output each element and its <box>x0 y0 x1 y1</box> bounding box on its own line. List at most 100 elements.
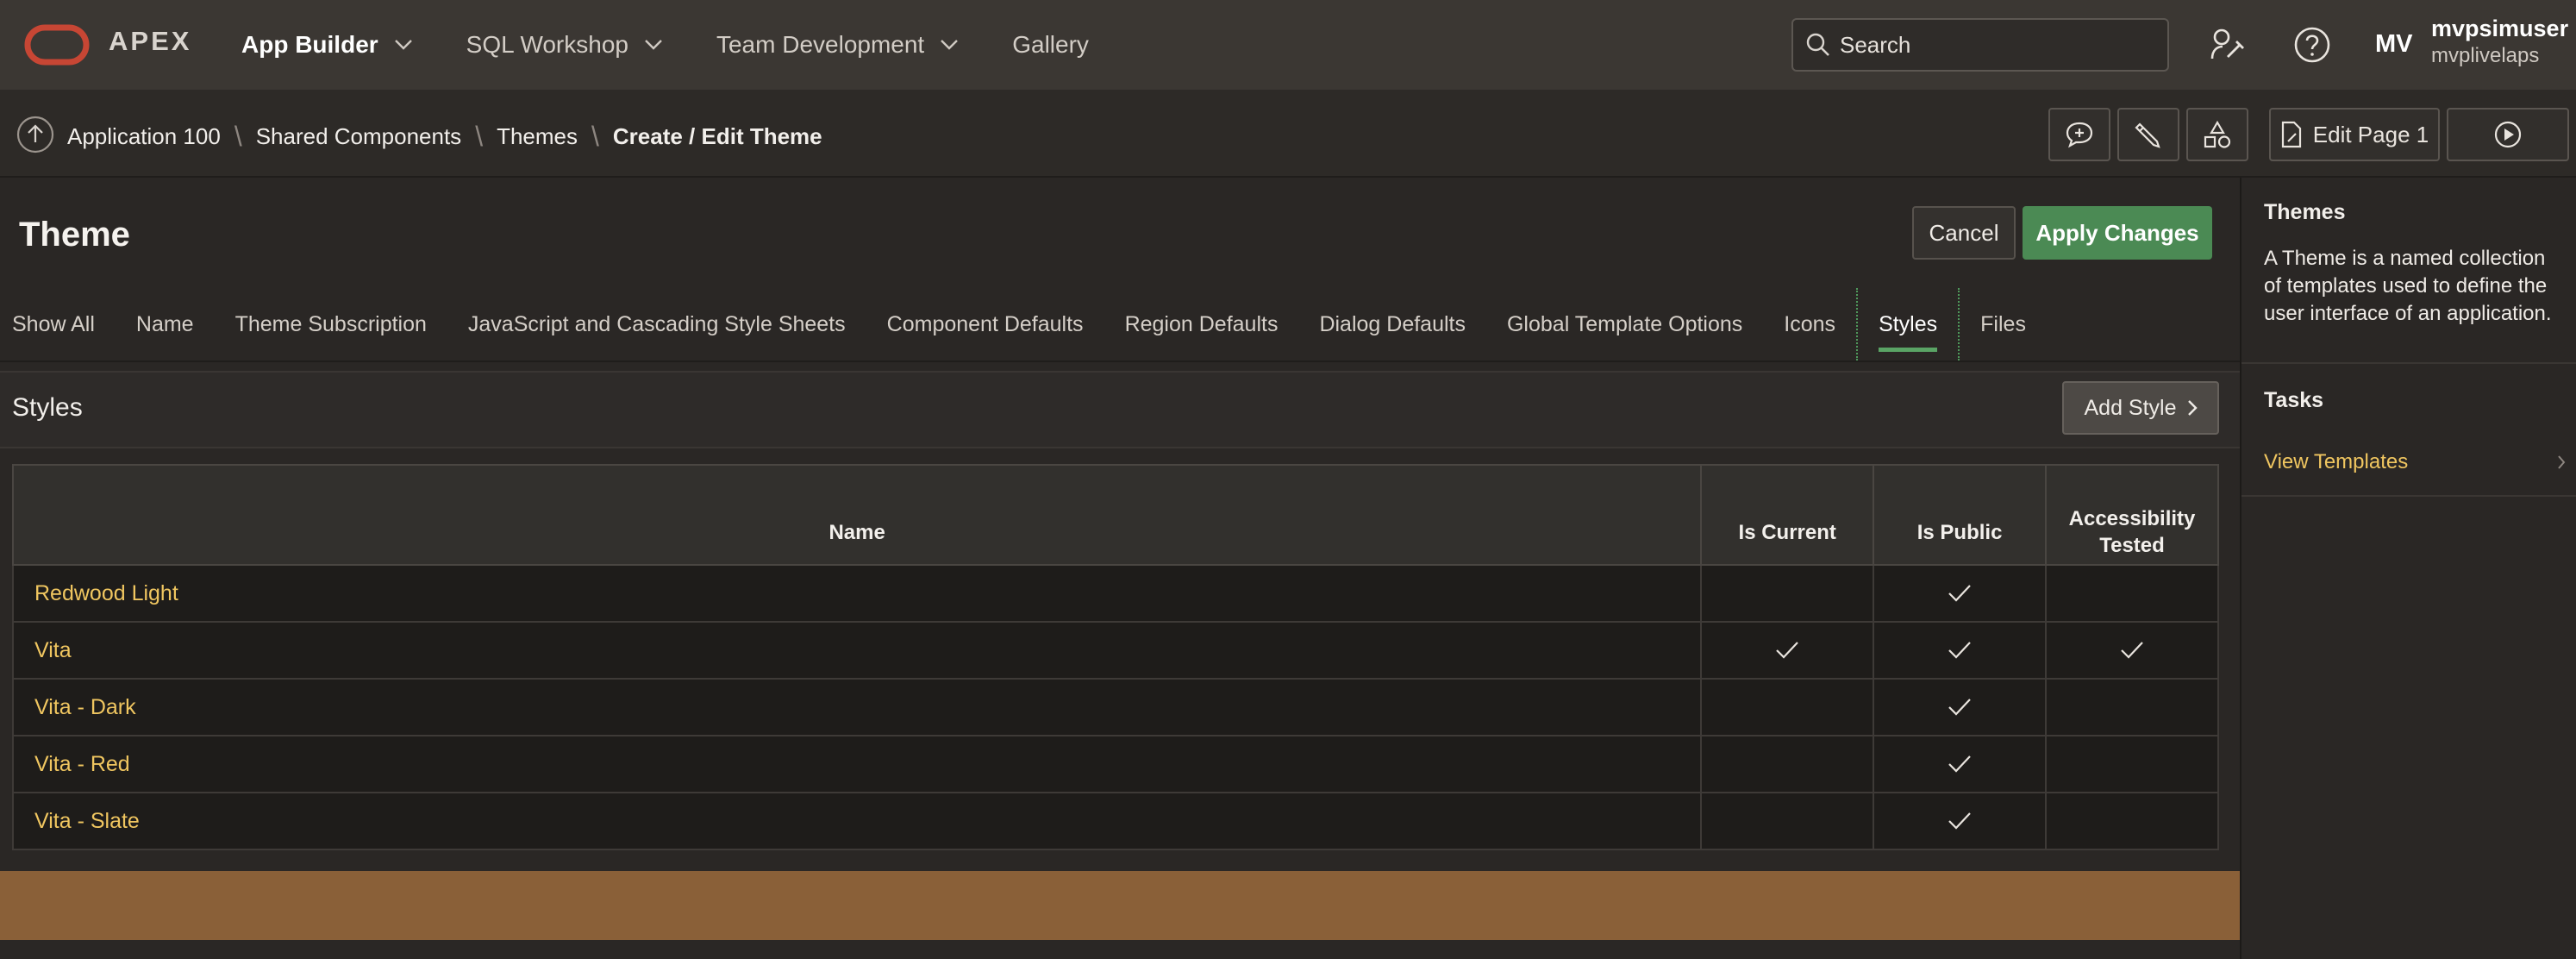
tab-global-template-options[interactable]: Global Template Options <box>1486 288 1763 360</box>
checkmark-icon <box>1874 583 2045 604</box>
cell-accessibility-tested <box>2045 792 2219 850</box>
checkmark-icon <box>1874 811 2045 831</box>
checkmark-icon <box>2047 640 2217 661</box>
comment-button[interactable] <box>2048 108 2110 161</box>
chevron-down-icon <box>940 39 959 51</box>
breadcrumb-separator: \ <box>475 121 484 152</box>
edit-button[interactable] <box>2117 108 2179 161</box>
tab-files[interactable]: Files <box>1960 288 2047 360</box>
nav-app-builder-label: App Builder <box>241 31 378 58</box>
shapes-icon <box>2203 120 2232 149</box>
apply-changes-button[interactable]: Apply Changes <box>2023 206 2212 260</box>
styles-table: Name Is Current Is Public Accessibility T… <box>11 464 2219 850</box>
breadcrumb: Application 100 \ Shared Components \ Th… <box>67 121 822 153</box>
cancel-button[interactable]: Cancel <box>1912 206 2016 260</box>
nav-sql-workshop-label: SQL Workshop <box>466 31 628 58</box>
footer-band <box>0 871 2240 940</box>
edit-pencil-icon <box>2135 121 2162 148</box>
search-box[interactable] <box>1791 18 2169 72</box>
chevron-right-icon <box>2187 399 2198 417</box>
admin-wrench-icon[interactable] <box>2209 26 2247 64</box>
nav-team-development-label: Team Development <box>716 31 925 58</box>
table-row: Redwood Light <box>11 564 2219 623</box>
table-row: Vita <box>11 621 2219 680</box>
up-arrow-icon[interactable] <box>16 115 55 154</box>
cell-is-current <box>1700 564 1875 623</box>
cell-is-public <box>1873 735 2048 793</box>
tab-icons[interactable]: Icons <box>1763 288 1856 360</box>
tabs-divider <box>0 360 2240 362</box>
style-name-link[interactable]: Vita - Red <box>11 735 1703 793</box>
search-input[interactable] <box>1840 31 2150 59</box>
styles-region-header: Styles Add Style <box>0 371 2240 448</box>
search-icon <box>1805 32 1831 58</box>
breadcrumb-item-application[interactable]: Application 100 <box>67 123 221 150</box>
tab-show-all[interactable]: Show All <box>12 288 116 360</box>
cell-is-public <box>1873 564 2048 623</box>
edit-page-label: Edit Page 1 <box>2312 121 2429 147</box>
nav-gallery[interactable]: Gallery <box>1012 31 1089 59</box>
checkmark-icon <box>1874 697 2045 718</box>
nav-sql-workshop[interactable]: SQL Workshop <box>466 31 663 59</box>
shared-components-button[interactable] <box>2186 108 2248 161</box>
table-header-row: Name Is Current Is Public Accessibility T… <box>11 464 2219 566</box>
run-page-button[interactable] <box>2447 108 2569 161</box>
tab-dialog-defaults[interactable]: Dialog Defaults <box>1298 288 1486 360</box>
style-name-link[interactable]: Vita - Dark <box>11 678 1703 736</box>
tab-region-defaults[interactable]: Region Defaults <box>1104 288 1299 360</box>
user-menu[interactable]: mvpsimuser mvplivelaps <box>2431 16 2568 68</box>
avatar[interactable]: MV <box>2375 30 2413 59</box>
table-row: Vita - Red <box>11 735 2219 793</box>
style-name-link[interactable]: Redwood Light <box>11 564 1703 623</box>
oracle-logo-icon[interactable] <box>24 24 90 66</box>
apex-brand[interactable]: APEX <box>109 26 191 57</box>
cell-accessibility-tested <box>2045 621 2219 680</box>
divider <box>2241 362 2576 364</box>
help-side-panel: Themes A Theme is a named collection of … <box>2240 178 2576 959</box>
top-header: APEX App Builder SQL Workshop Team Devel… <box>0 0 2576 90</box>
chevron-down-icon <box>644 39 663 51</box>
breadcrumb-separator: \ <box>234 121 242 152</box>
play-icon <box>2493 120 2523 149</box>
main-nav: App Builder SQL Workshop Team Developmen… <box>241 0 1142 90</box>
column-header-name[interactable]: Name <box>11 464 1703 566</box>
page-title: Theme <box>19 216 130 254</box>
style-name-link[interactable]: Vita <box>11 621 1703 680</box>
cell-is-public <box>1873 792 2048 850</box>
chevron-right-icon <box>2557 454 2566 470</box>
section-tabs: Show All Name Theme Subscription JavaScr… <box>12 288 2047 360</box>
cell-is-current <box>1700 735 1875 793</box>
edit-page-button[interactable]: Edit Page 1 <box>2269 108 2440 161</box>
nav-team-development[interactable]: Team Development <box>716 31 959 59</box>
workspace-name: mvplivelaps <box>2431 44 2540 67</box>
breadcrumb-item-themes[interactable]: Themes <box>497 123 578 150</box>
column-header-is-public[interactable]: Is Public <box>1873 464 2048 566</box>
chevron-down-icon <box>394 39 413 51</box>
checkmark-icon <box>1702 640 1873 661</box>
cell-is-public <box>1873 621 2048 680</box>
comment-icon <box>2065 121 2094 148</box>
breadcrumb-item-shared-components[interactable]: Shared Components <box>256 123 461 150</box>
user-name: mvpsimuser <box>2431 16 2569 41</box>
view-templates-label: View Templates <box>2264 450 2409 473</box>
column-header-accessibility-tested[interactable]: Accessibility Tested <box>2045 464 2219 566</box>
table-row: Vita - Dark <box>11 678 2219 736</box>
cell-accessibility-tested <box>2045 735 2219 793</box>
add-style-button[interactable]: Add Style <box>2062 381 2219 435</box>
view-templates-link[interactable]: View Templates <box>2264 450 2566 474</box>
tab-name[interactable]: Name <box>116 288 215 360</box>
nav-app-builder[interactable]: App Builder <box>241 31 413 59</box>
table-row: Vita - Slate <box>11 792 2219 850</box>
cell-is-current <box>1700 678 1875 736</box>
checkmark-icon <box>1874 640 2045 661</box>
tab-styles[interactable]: Styles <box>1856 288 1960 360</box>
column-header-is-current[interactable]: Is Current <box>1700 464 1875 566</box>
cell-is-public <box>1873 678 2048 736</box>
tab-theme-subscription[interactable]: Theme Subscription <box>215 288 447 360</box>
add-style-label: Add Style <box>2084 395 2177 420</box>
themes-description: A Theme is a named collection of templat… <box>2264 247 2552 325</box>
tab-component-defaults[interactable]: Component Defaults <box>866 288 1104 360</box>
style-name-link[interactable]: Vita - Slate <box>11 792 1703 850</box>
tab-javascript-css[interactable]: JavaScript and Cascading Style Sheets <box>447 288 866 360</box>
help-icon[interactable] <box>2293 26 2331 64</box>
